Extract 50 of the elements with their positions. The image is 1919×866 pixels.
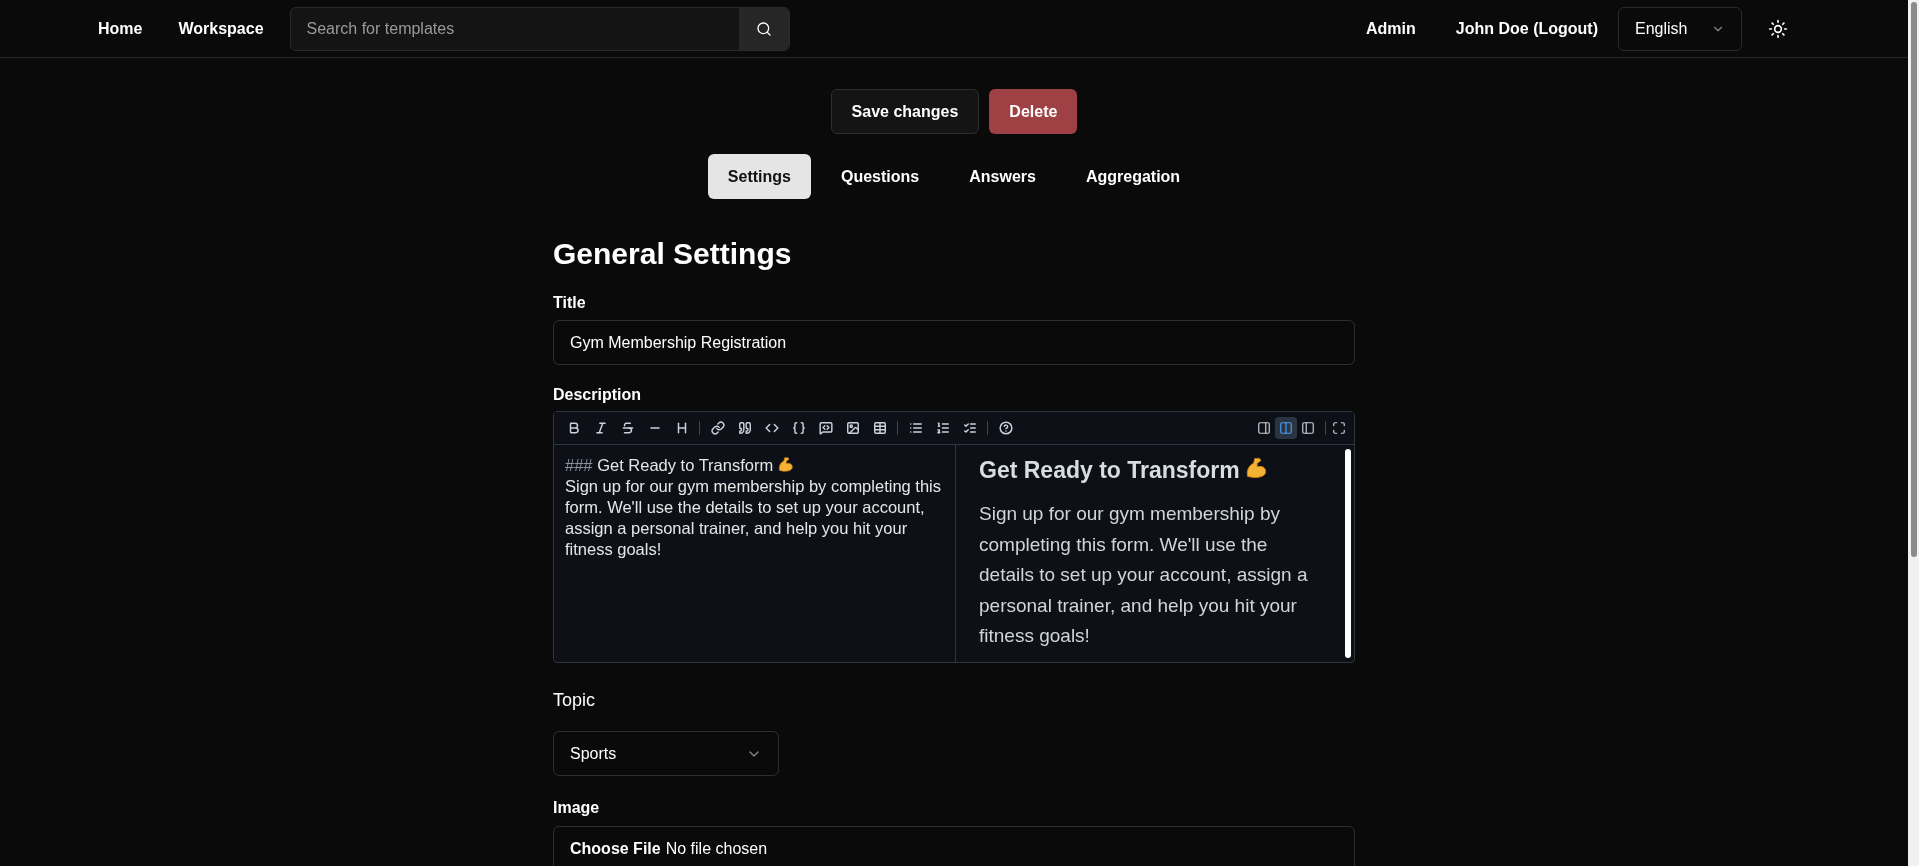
italic-icon[interactable] [593,421,608,435]
code-icon[interactable] [764,421,779,435]
strikethrough-icon[interactable] [620,421,635,435]
preview-scrollbar[interactable] [1345,449,1351,658]
field-label: Description [553,385,642,405]
field-label: Image [553,798,601,818]
field-label: Topic [553,689,597,712]
tab[interactable]: Answers [949,154,1056,199]
editor-source-pane[interactable]: ### Get Ready to Transform Sign up for our gym membership by completing this form. We'll use the details to set up your account, assign a personal trainer, and help you hit your fitness goals! [554,445,956,662]
field-label: Title [553,293,587,313]
numbered-list-icon[interactable] [935,421,950,435]
search-icon [755,20,772,37]
logout-link[interactable]: John Doe (Logout) [1455,16,1598,41]
code-block-icon[interactable] [791,421,806,435]
help-icon[interactable] [998,421,1013,435]
fullscreen-icon[interactable] [1332,421,1346,435]
tab[interactable]: Questions [821,154,940,199]
source-heading: Get Ready to Transform [597,456,774,474]
topic-select[interactable]: Sports [553,731,779,776]
search-button[interactable] [738,7,789,50]
nav-link[interactable]: Workspace [178,16,264,41]
language-select[interactable]: English [1618,6,1742,51]
heading-marker: ### [565,456,593,474]
tab[interactable]: Settings [707,154,811,199]
markdown-editor[interactable] [553,411,1355,663]
flexed-arm-icon [777,456,795,473]
preview-heading: Get Ready to Transform [979,457,1240,483]
search-input[interactable]: Search for templates [290,16,739,41]
file-input[interactable]: Choose File No file chosen [553,826,1355,866]
save-changes-button[interactable]: Save changes [830,89,980,134]
tab[interactable]: Aggregation [1065,154,1201,199]
table-icon[interactable] [872,421,887,435]
nav-link[interactable]: Home [98,16,143,41]
comment-icon[interactable] [818,421,833,435]
image-icon[interactable] [845,421,860,435]
page-heading: General Settings [553,236,793,272]
quote-icon[interactable] [737,421,752,435]
title-input[interactable]: Gym Membership Registration [553,320,1355,365]
view-mode-button[interactable] [1275,417,1297,439]
link-icon[interactable] [710,421,725,435]
scrollbar-thumb[interactable] [1910,2,1917,557]
source-text: Sign up for our gym membership by completing this form. We'll use the details to set up your account, assign a personal trainer, and help you hit your fitness goals! [565,476,942,560]
theme-toggle-icon[interactable] [1768,18,1788,39]
preview-text: Sign up for our gym membership by completing this form. We'll use the details to set up your account, assign a personal trainer, and help you hit your fitness goals! [979,502,1309,648]
delete-button[interactable]: Delete [989,89,1078,134]
checklist-icon[interactable] [962,421,977,435]
split-view-icon [1279,421,1293,435]
search-bar[interactable]: Search for templates [289,6,790,51]
admin-link[interactable]: Admin [1366,16,1416,41]
bulleted-list-icon[interactable] [908,421,923,435]
